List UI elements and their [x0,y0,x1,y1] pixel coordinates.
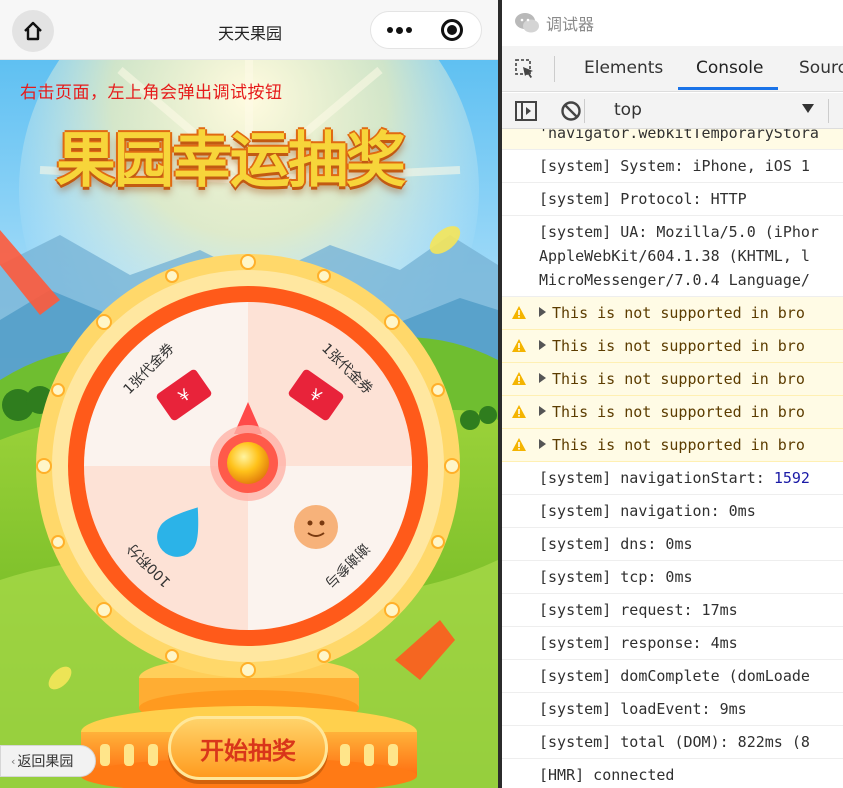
close-miniprogram-icon[interactable] [441,19,463,41]
dot-icon [395,26,403,34]
tab-separator [554,56,555,82]
lottery-wheel: ¥ ¥ 1张代金券 1张代金券 100积分 谢谢参与 [36,254,460,678]
expand-triangle-icon[interactable] [539,373,546,383]
warning-icon [512,405,526,418]
console-log-row: 'navigator.webkitTemporaryStora [502,129,843,150]
warning-icon [512,372,526,385]
log-message-text: [system] navigation: 0ms [539,502,756,520]
warning-icon [512,306,526,319]
console-toolbar: top [502,93,843,129]
log-message-text: [system] navigationStart: [539,469,774,487]
clear-console-icon[interactable] [560,100,582,122]
devtools-tabbar: Elements Console Sourc [502,46,843,92]
log-message-text: [system] UA: Mozilla/5.0 (iPhor AppleWeb… [539,223,819,289]
mini-app-navbar: 天天果园 [0,0,498,60]
log-message-text: [system] tcp: 0ms [539,568,693,586]
screen: 天天果园 右击页面，左上角会弹出调试按钮 果园幸运抽奖 ¥ ¥ 1张代金券 1张… [0,0,843,788]
console-log[interactable]: 'navigator.webkitTemporaryStora [system] … [502,129,843,788]
mini-app-simulator: 天天果园 右击页面，左上角会弹出调试按钮 果园幸运抽奖 ¥ ¥ 1张代金券 1张… [0,0,498,788]
devtools-panel: 调试器 Elements Console Sourc top 'navigato… [502,0,843,788]
console-warning-row[interactable]: This is not supported in bro [502,363,843,396]
console-warning-row[interactable]: This is not supported in bro [502,396,843,429]
menu-capsule [370,11,482,49]
page-title: 天天果园 [217,24,282,43]
chevron-left-icon: ‹ [11,754,16,768]
console-log-row: [system] UA: Mozilla/5.0 (iPhor AppleWeb… [502,216,843,297]
console-warning-row[interactable]: This is not supported in bro [502,330,843,363]
log-message-text: [system] total (DOM): 822ms (8 [539,733,810,751]
log-message-text: [system] dns: 0ms [539,535,693,553]
warning-icon [512,438,526,451]
console-log-row: [system] Protocol: HTTP [502,183,843,216]
console-log-row: [system] System: iPhone, iOS 1 [502,150,843,183]
dot-icon [386,27,393,33]
dot-icon [405,27,412,33]
log-message-text: This is not supported in bro [552,370,805,388]
lottery-title: 果园幸运抽奖 [56,126,406,196]
console-log-row: [system] tcp: 0ms [502,561,843,594]
context-selector[interactable]: top [614,100,642,120]
log-message-text: [system] domComplete (domLoade [539,667,810,685]
log-message-text: [system] response: 4ms [539,634,738,652]
console-log-row: [system] loadEvent: 9ms [502,693,843,726]
console-log-row: [system] dns: 0ms [502,528,843,561]
active-tab-indicator [678,87,778,90]
wechat-devtools-icon [515,13,539,33]
devtools-title: 调试器 [546,15,595,34]
log-message-text: 'navigator.webkitTemporaryStora [539,129,819,142]
console-warning-row[interactable]: This is not supported in bro [502,429,843,462]
more-button[interactable] [371,12,427,48]
tab-sources[interactable]: Sourc [799,58,843,78]
console-log-row: [system] domComplete (domLoade [502,660,843,693]
log-message-text: [system] request: 17ms [539,601,738,619]
home-icon [24,21,42,41]
debug-hint-text: 右击页面，左上角会弹出调试按钮 [20,83,283,103]
toggle-sidebar-icon[interactable] [514,100,538,122]
home-button[interactable] [12,10,54,52]
console-log-row: [system] request: 17ms [502,594,843,627]
expand-triangle-icon[interactable] [539,340,546,350]
console-log-row: [system] navigation: 0ms [502,495,843,528]
log-message-text: [system] loadEvent: 9ms [539,700,747,718]
log-message-text: This is not supported in bro [552,403,805,421]
log-message-text: [system] Protocol: HTTP [539,190,747,208]
console-log-row: [HMR] connected [502,759,843,788]
log-message-text: This is not supported in bro [552,337,805,355]
start-lottery-button[interactable]: 开始抽奖 [168,716,328,780]
back-to-orchard-button[interactable]: ‹ 返回果园 [0,745,96,777]
expand-triangle-icon[interactable] [539,406,546,416]
smiley-icon [294,505,338,549]
tab-console[interactable]: Console [696,58,764,78]
chevron-down-icon[interactable] [802,104,814,113]
console-log-row: [system] total (DOM): 822ms (8 [502,726,843,759]
toolbar-separator [584,99,585,123]
inspect-element-icon[interactable] [514,58,536,80]
expand-triangle-icon[interactable] [539,439,546,449]
console-log-row: [system] navigationStart: 1592 [502,462,843,495]
log-message-text: [HMR] connected [539,766,675,784]
warning-icon [512,339,526,352]
toolbar-separator [828,99,829,123]
devtools-titlebar: 调试器 [502,0,843,46]
tab-elements[interactable]: Elements [584,58,663,78]
expand-triangle-icon[interactable] [539,307,546,317]
back-button-label: 返回果园 [17,754,74,770]
log-message-text: This is not supported in bro [552,304,805,322]
log-message-text: This is not supported in bro [552,436,805,454]
console-log-row: [system] response: 4ms [502,627,843,660]
log-number-value: 1592 [773,469,810,487]
console-warning-row[interactable]: This is not supported in bro [502,297,843,330]
log-message-text: [system] System: iPhone, iOS 1 [539,157,810,175]
